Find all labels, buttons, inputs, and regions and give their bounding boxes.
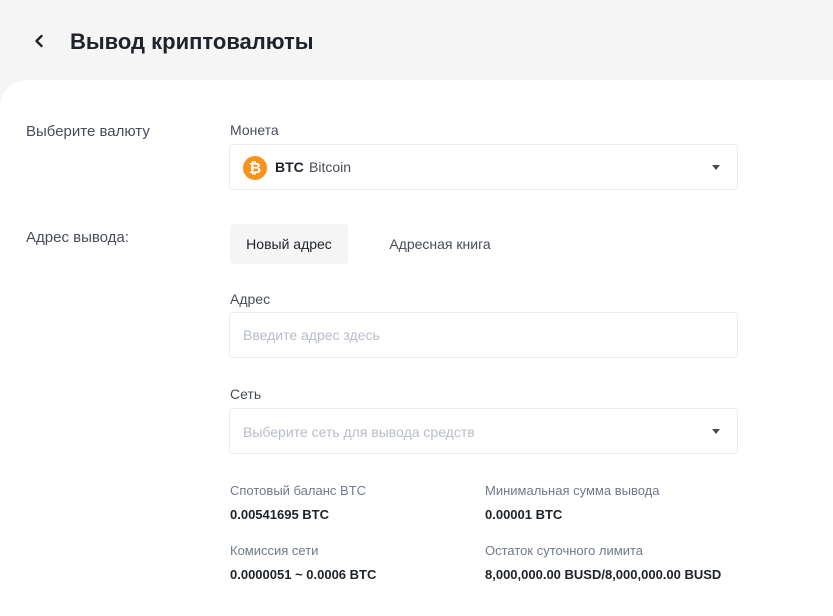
spot-balance-label: Спотовый баланс BTC: [230, 483, 367, 498]
min-withdraw-value: 0.00001 BTC: [485, 507, 563, 522]
address-input-container: [229, 312, 738, 358]
page-header: Вывод криптовалюты: [0, 0, 833, 82]
coin-symbol: BTC: [275, 159, 304, 175]
caret-down-icon: [712, 429, 720, 434]
network-select[interactable]: Выберите сеть для вывода средств: [229, 408, 738, 454]
bitcoin-icon: ₿: [243, 156, 267, 180]
withdraw-address-label: Адрес вывода:: [26, 229, 129, 246]
chevron-left-icon: [35, 34, 43, 48]
select-currency-label: Выберите валюту: [26, 123, 150, 140]
address-field-label: Адрес: [230, 291, 271, 307]
network-select-placeholder: Выберите сеть для вывода средств: [243, 424, 475, 440]
back-button[interactable]: [26, 28, 52, 54]
network-field-label: Сеть: [230, 386, 262, 402]
coin-field-label: Монета: [230, 122, 279, 138]
network-fee-label: Комиссия сети: [230, 543, 319, 558]
min-withdraw-label: Минимальная сумма вывода: [485, 483, 660, 498]
network-fee-value: 0.0000051 ~ 0.0006 BTC: [230, 567, 377, 582]
caret-down-icon: [712, 165, 720, 170]
daily-limit-label: Остаток суточного лимита: [485, 543, 644, 558]
daily-limit-value: 8,000,000.00 BUSD/8,000,000.00 BUSD: [485, 567, 722, 582]
page-title: Вывод криптовалюты: [70, 29, 314, 54]
address-input[interactable]: [230, 313, 737, 357]
coin-select[interactable]: ₿ BTC Bitcoin: [229, 144, 738, 190]
spot-balance-value: 0.00541695 BTC: [230, 507, 330, 522]
tab-new-address[interactable]: Новый адрес: [230, 224, 348, 264]
tab-address-book[interactable]: Адресная книга: [372, 224, 508, 264]
coin-name: Bitcoin: [309, 159, 352, 175]
